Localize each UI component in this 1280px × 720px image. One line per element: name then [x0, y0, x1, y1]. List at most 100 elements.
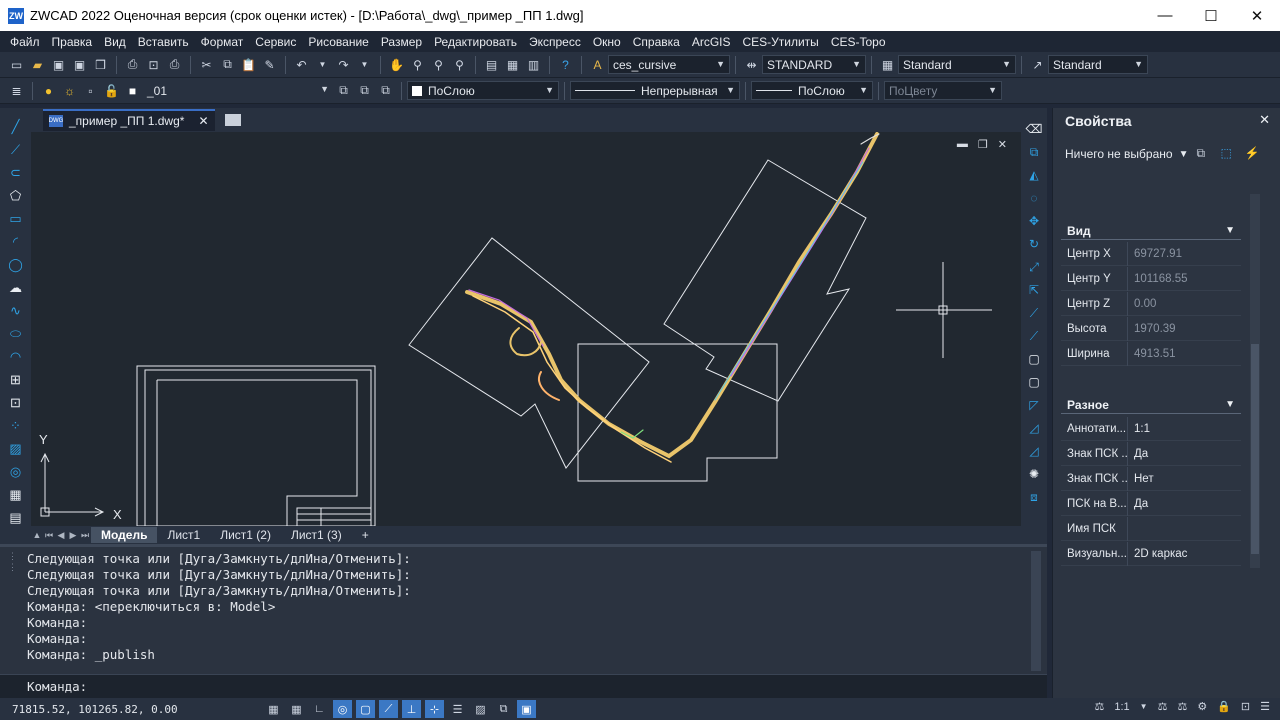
mleader-style-select[interactable]: Standard ▼: [1048, 55, 1148, 74]
menu-ces-topo[interactable]: CES-Topo: [825, 35, 892, 49]
edit-polyline-icon[interactable]: ⧈: [1025, 488, 1043, 506]
hatch-icon[interactable]: ▨: [7, 440, 25, 458]
toggle-pickadd-icon[interactable]: ⧉: [1196, 146, 1212, 162]
osnap-toggle-icon[interactable]: ▢: [356, 700, 375, 718]
next-layout-icon[interactable]: ▶: [67, 530, 79, 541]
selection-cycling-icon[interactable]: ⧉: [494, 700, 513, 718]
section-misc[interactable]: Разное ▼: [1061, 396, 1241, 414]
new-tab-icon[interactable]: [224, 114, 241, 126]
quick-select-icon[interactable]: ⚡: [1244, 146, 1260, 162]
layer-manager-icon[interactable]: ≣: [7, 81, 26, 100]
scrollbar-thumb[interactable]: [1251, 344, 1259, 554]
redo-dropdown-icon[interactable]: ▼: [355, 55, 374, 74]
open-folder-icon[interactable]: ▰: [28, 55, 47, 74]
zoom-previous-icon[interactable]: ⚲: [450, 55, 469, 74]
multi-save-icon[interactable]: ❒: [91, 55, 110, 74]
workspace-gear-icon[interactable]: ⚙: [1197, 700, 1207, 713]
layer-select[interactable]: _01 ▼: [143, 81, 333, 100]
make-block-icon[interactable]: ⊡: [7, 394, 25, 412]
menu-format[interactable]: Формат: [195, 35, 250, 49]
print-icon[interactable]: ⎙: [123, 55, 142, 74]
region-icon[interactable]: ◎: [7, 463, 25, 481]
first-layout-icon[interactable]: ⏮: [43, 530, 55, 541]
layer-lock-icon[interactable]: 🔓: [102, 81, 121, 100]
lineweight-select[interactable]: ПоСлою ▼: [751, 81, 873, 100]
fillet-icon[interactable]: ◿: [1025, 419, 1043, 437]
menu-dimension[interactable]: Размер: [375, 35, 428, 49]
dynamic-input-toggle-icon[interactable]: ⊹: [425, 700, 444, 718]
grid-toggle-icon[interactable]: ▦: [264, 700, 283, 718]
break-icon[interactable]: ▢: [1025, 350, 1043, 368]
scale-icon[interactable]: ⤢: [1025, 258, 1043, 276]
command-input[interactable]: Команда:: [0, 674, 1047, 698]
cut-icon[interactable]: ✂: [197, 55, 216, 74]
revision-cloud-icon[interactable]: ☁: [7, 279, 25, 297]
drawing-canvas[interactable]: Y X ▬ ❐ ✕: [31, 132, 1021, 526]
ellipse-arc-icon[interactable]: ◠: [7, 348, 25, 366]
lock-toolbars-icon[interactable]: 🔒: [1217, 700, 1231, 713]
circle-icon[interactable]: ◯: [7, 256, 25, 274]
annotation-add-icon[interactable]: ⚖: [1158, 700, 1168, 713]
tab-drawing[interactable]: DWG _пример _ПП 1.dwg* ✕: [43, 109, 215, 131]
ellipse-icon[interactable]: ⬭: [7, 325, 25, 343]
paste-icon[interactable]: 📋: [239, 55, 258, 74]
insert-block-icon[interactable]: ⊞: [7, 371, 25, 389]
explode-icon[interactable]: ✺: [1025, 465, 1043, 483]
stretch-icon[interactable]: ⇱: [1025, 281, 1043, 299]
menu-express[interactable]: Экспресс: [523, 35, 587, 49]
move-icon[interactable]: ✥: [1025, 212, 1043, 230]
section-view[interactable]: Вид ▼: [1061, 222, 1241, 240]
zoom-realtime-icon[interactable]: ⚲: [408, 55, 427, 74]
menu-help[interactable]: Справка: [627, 35, 686, 49]
menu-insert[interactable]: Вставить: [132, 35, 195, 49]
viewport-minimize-button[interactable]: ▬: [957, 138, 968, 151]
last-layout-icon[interactable]: ⏭: [79, 530, 91, 541]
viewport-restore-button[interactable]: ❐: [978, 138, 988, 151]
menu-window[interactable]: Окно: [587, 35, 627, 49]
chamfer-icon[interactable]: ◸: [1025, 396, 1043, 414]
menu-ces-utilities[interactable]: CES-Утилиты: [736, 35, 824, 49]
make-current-layer-icon[interactable]: ⧉: [334, 81, 353, 100]
color-select[interactable]: ПоСлою ▼: [407, 81, 559, 100]
layer-previous-icon[interactable]: ⧉: [355, 81, 374, 100]
panel-grip-icon[interactable]: ⋮ ⋮: [8, 551, 18, 671]
rotate-icon[interactable]: ↻: [1025, 235, 1043, 253]
copy-icon[interactable]: ⧉: [218, 55, 237, 74]
zoom-window-icon[interactable]: ⚲: [429, 55, 448, 74]
command-scrollbar[interactable]: [1031, 551, 1041, 671]
tab-sheet1-2[interactable]: Лист1 (2): [210, 527, 281, 543]
text-style-select[interactable]: ces_cursive ▼: [608, 55, 730, 74]
snap-toggle-icon[interactable]: ▦: [287, 700, 306, 718]
ortho-toggle-icon[interactable]: ∟: [310, 700, 329, 718]
construction-line-icon[interactable]: ⟋: [7, 141, 25, 159]
pan-icon[interactable]: ✋: [387, 55, 406, 74]
undo-icon[interactable]: ↶: [292, 55, 311, 74]
polar-toggle-icon[interactable]: ◎: [333, 700, 352, 718]
line-icon[interactable]: ╱: [7, 118, 25, 136]
mirror-icon[interactable]: ◭: [1025, 166, 1043, 184]
add-layout-button[interactable]: +: [352, 527, 379, 543]
save-icon[interactable]: ▣: [49, 55, 68, 74]
select-objects-icon[interactable]: ⬚: [1220, 146, 1236, 162]
annotation-autoscale-icon[interactable]: ⚖: [1177, 700, 1187, 713]
layer-states-icon[interactable]: ⧉: [376, 81, 395, 100]
menu-arcgis[interactable]: ArcGIS: [686, 35, 737, 49]
dim-style-select[interactable]: STANDARD ▼: [762, 55, 866, 74]
trim-icon[interactable]: ⟋: [1025, 304, 1043, 322]
annotation-monitor-icon[interactable]: ▣: [517, 700, 536, 718]
layer-thaw-icon[interactable]: ☼: [60, 81, 79, 100]
table-style-select[interactable]: Standard ▼: [898, 55, 1016, 74]
copy-object-icon[interactable]: ⧉: [1025, 143, 1043, 161]
tool-palettes-icon[interactable]: ▥: [524, 55, 543, 74]
design-center-icon[interactable]: ▦: [503, 55, 522, 74]
tab-model[interactable]: Модель: [91, 527, 158, 543]
layout-scroll-up-icon[interactable]: ▲: [31, 530, 43, 540]
plotstyle-select[interactable]: ПоЦвету ▼: [884, 81, 1002, 100]
polygon-icon[interactable]: ⬠: [7, 187, 25, 205]
properties-palette-icon[interactable]: ▤: [482, 55, 501, 74]
join-icon[interactable]: ▢: [1025, 373, 1043, 391]
close-tab-icon[interactable]: ✕: [198, 114, 208, 128]
point-icon[interactable]: ⁘: [7, 417, 25, 435]
selection-select[interactable]: Ничего не выбрано ▼ ⧉ ⬚ ⚡: [1065, 144, 1273, 164]
rectangle-icon[interactable]: ▭: [7, 210, 25, 228]
